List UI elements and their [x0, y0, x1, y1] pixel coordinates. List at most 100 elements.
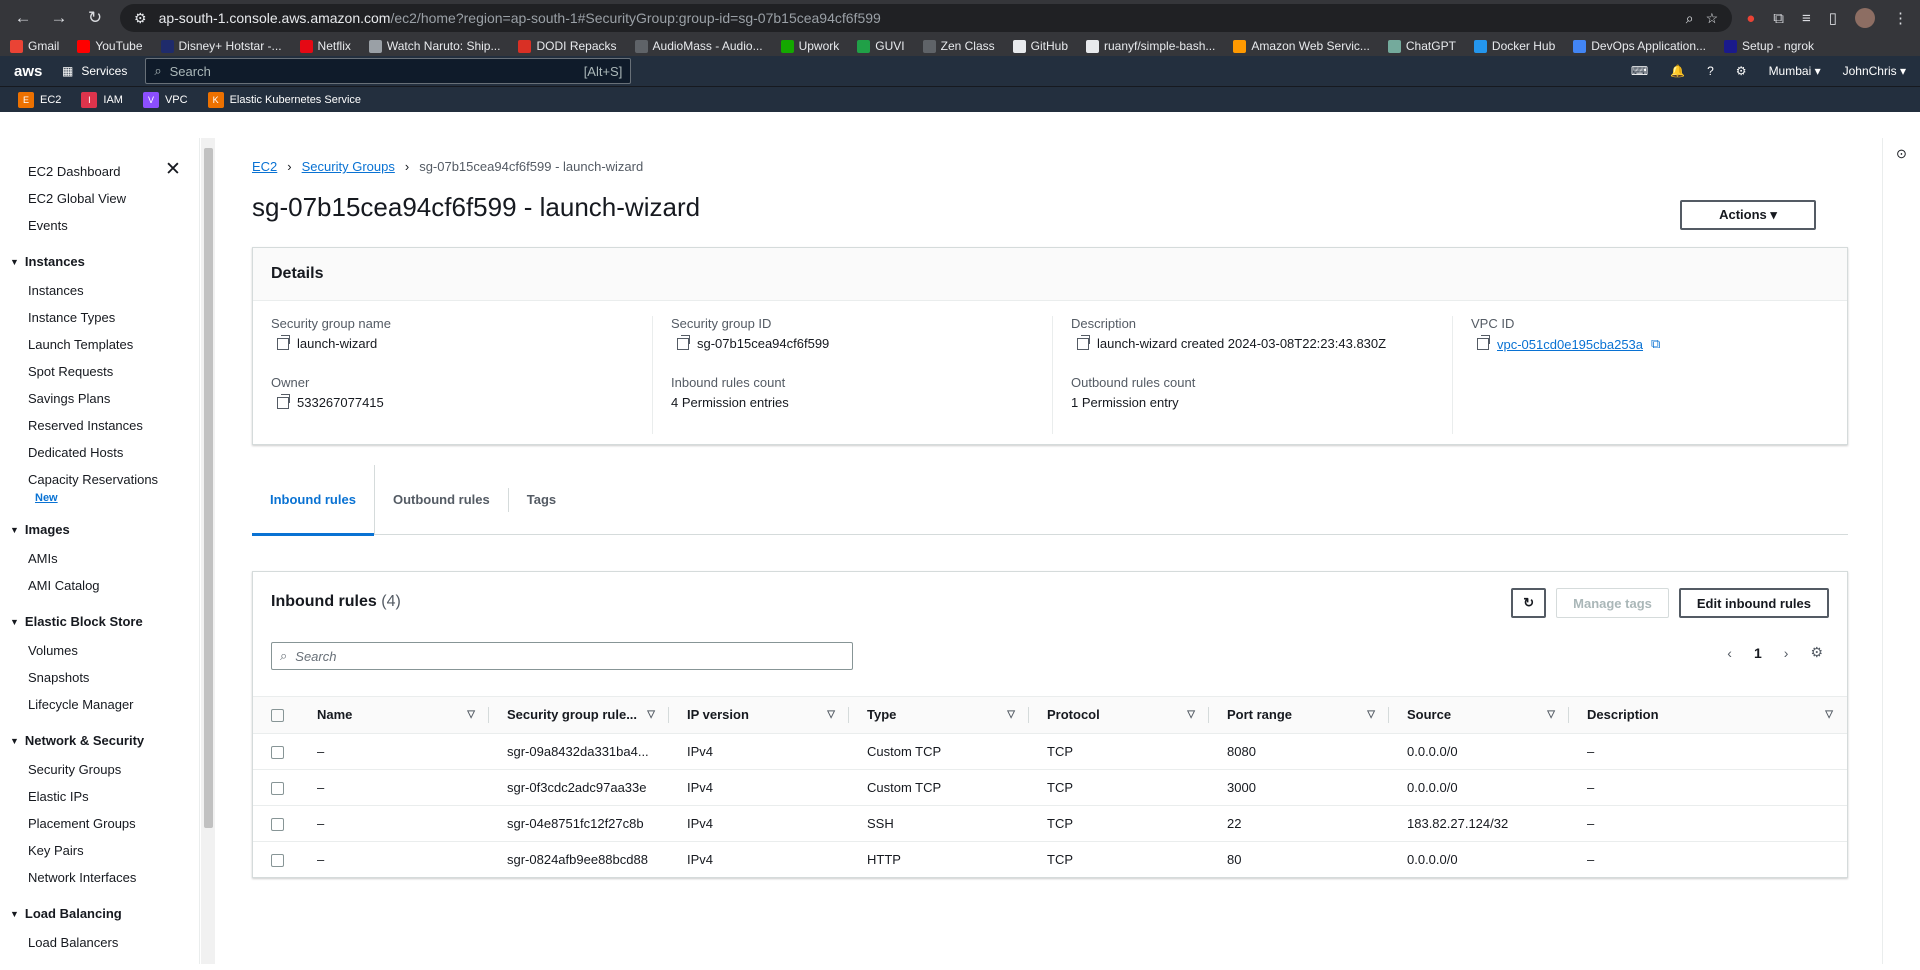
row-checkbox[interactable] — [271, 781, 284, 795]
info-icon[interactable]: ⊙ — [1883, 146, 1920, 162]
edit-inbound-rules-button[interactable]: Edit inbound rules — [1678, 588, 1829, 618]
sidebar-item[interactable]: Volumes — [0, 637, 199, 664]
breadcrumb-ec2[interactable]: EC2 — [252, 159, 277, 174]
user-menu[interactable]: JohnChris ▾ — [1843, 64, 1906, 78]
bookmark-item[interactable]: ChatGPT — [1387, 39, 1456, 53]
bookmark-item[interactable]: AudioMass - Audio... — [634, 39, 763, 53]
sidebar-section[interactable]: ▼ Instances — [0, 247, 199, 277]
sidebar-item[interactable]: Key Pairs — [0, 837, 199, 864]
sidebar-item[interactable]: EC2 Global View — [0, 185, 199, 212]
sidebar-item[interactable]: Load Balancers — [0, 929, 199, 956]
sidebar-item[interactable]: Snapshots — [0, 664, 199, 691]
sidebar-item[interactable]: Capacity Reservations — [0, 466, 199, 493]
sidebar-item[interactable]: Spot Requests — [0, 358, 199, 385]
table-row[interactable]: – sgr-04e8751fc12f27c8b IPv4 SSH TCP 22 183.82… — [253, 805, 1847, 842]
row-checkbox[interactable] — [271, 745, 284, 759]
copy-icon[interactable] — [1077, 334, 1090, 350]
sort-icon[interactable]: ▽ — [1547, 709, 1555, 720]
table-row[interactable]: – sgr-0f3cdc2adc97aa33e IPv4 Custom TCP TCP 3… — [253, 769, 1847, 806]
sidebar-item[interactable]: Placement Groups — [0, 810, 199, 837]
chevron-right-icon[interactable]: › — [1784, 645, 1789, 661]
sidebar-item[interactable]: Savings Plans — [0, 385, 199, 412]
extension-icon[interactable]: ● — [1746, 10, 1755, 27]
sort-icon[interactable]: ▽ — [467, 709, 475, 720]
sort-icon[interactable]: ▽ — [1825, 709, 1833, 720]
menu-icon[interactable]: ⋮ — [1893, 9, 1908, 27]
sidebar-section[interactable]: ▼ Images — [0, 515, 199, 545]
vpc-link[interactable]: vpc-051cd0e195cba253a — [1497, 337, 1643, 352]
rules-search-input[interactable]: ⌕ Search — [271, 642, 853, 670]
sidebar-item[interactable]: Events — [0, 212, 199, 239]
bell-icon[interactable]: 🔔 — [1670, 64, 1685, 78]
column-header[interactable]: Security group rule... ▽ — [489, 697, 669, 734]
help-icon[interactable]: ? — [1707, 64, 1714, 78]
tab-outbound-rules[interactable]: Outbound rules — [375, 487, 509, 512]
services-menu[interactable]: ▦ Services — [62, 64, 127, 78]
sidebar-item[interactable]: Network Interfaces — [0, 864, 199, 891]
bookmark-item[interactable]: Watch Naruto: Ship... — [368, 39, 500, 53]
media-icon[interactable]: ≡ — [1802, 10, 1811, 27]
star-icon[interactable]: ☆ — [1706, 10, 1719, 27]
back-icon[interactable]: ← — [12, 7, 34, 29]
sidebar-scrollbar[interactable] — [201, 138, 215, 964]
copy-icon[interactable] — [1477, 335, 1490, 350]
select-all-checkbox[interactable] — [271, 709, 284, 723]
sidebar-item[interactable]: AMIs — [0, 545, 199, 572]
profile-avatar[interactable] — [1855, 8, 1875, 28]
column-header[interactable]: IP version ▽ — [669, 697, 849, 734]
region-selector[interactable]: Mumbai ▾ — [1769, 64, 1821, 78]
sidebar-item[interactable]: AMI Catalog — [0, 572, 199, 599]
row-checkbox[interactable] — [271, 817, 284, 831]
column-header[interactable]: Description ▽ — [1569, 697, 1847, 734]
aws-search-input[interactable]: ⌕ Search [Alt+S] — [145, 58, 632, 84]
row-checkbox[interactable] — [271, 853, 284, 867]
tab-inbound-rules[interactable]: Inbound rules — [252, 464, 375, 536]
sidebar-section[interactable]: ▼ Load Balancing — [0, 899, 199, 929]
bookmark-item[interactable]: GitHub — [1012, 39, 1068, 53]
sidebar-item[interactable]: Instance Types — [0, 304, 199, 331]
page-number[interactable]: 1 — [1754, 645, 1762, 661]
tab-tags[interactable]: Tags — [509, 488, 574, 512]
favorite-ec2[interactable]: E EC2 — [18, 91, 61, 108]
sort-icon[interactable]: ▽ — [647, 709, 655, 720]
bookmark-item[interactable]: Docker Hub — [1473, 39, 1555, 53]
sidebar-section[interactable]: ▼ Network & Security — [0, 726, 199, 756]
bookmark-item[interactable]: DevOps Application... — [1573, 39, 1706, 53]
sidebar-item[interactable]: Lifecycle Manager — [0, 691, 199, 718]
refresh-button[interactable]: ↻ — [1511, 588, 1547, 618]
breadcrumb-security-groups[interactable]: Security Groups — [302, 159, 395, 174]
reload-icon[interactable]: ↻ — [84, 7, 106, 29]
sidebar-item[interactable]: Security Groups — [0, 756, 199, 783]
table-row[interactable]: – sgr-0824afb9ee88bcd88 IPv4 HTTP TCP 80 0.0.0… — [253, 841, 1847, 877]
actions-button[interactable]: Actions ▾ — [1680, 200, 1816, 230]
forward-icon[interactable]: → — [48, 7, 70, 29]
bookmark-item[interactable]: GUVI — [857, 39, 905, 53]
bookmark-item[interactable]: Upwork — [780, 39, 839, 53]
close-icon[interactable]: ✕ — [165, 158, 181, 181]
sidebar-item[interactable]: Elastic IPs — [0, 783, 199, 810]
sidebar-item[interactable]: Instances — [0, 277, 199, 304]
manage-tags-button[interactable]: Manage tags — [1556, 588, 1669, 618]
sort-icon[interactable]: ▽ — [1367, 709, 1375, 720]
sort-icon[interactable]: ▽ — [1007, 709, 1015, 720]
column-header[interactable]: Name ▽ — [299, 697, 489, 734]
bookmark-item[interactable]: ruanyf/simple-bash... — [1086, 39, 1215, 53]
chevron-left-icon[interactable]: ‹ — [1727, 645, 1732, 661]
favorite-iam[interactable]: I IAM — [81, 91, 123, 108]
copy-icon[interactable] — [277, 334, 290, 350]
column-header[interactable]: Source ▽ — [1389, 697, 1569, 734]
sort-icon[interactable]: ▽ — [1187, 709, 1195, 720]
bookmark-item[interactable]: Disney+ Hotstar -... — [160, 39, 282, 53]
cloudshell-icon[interactable]: ⌨ — [1631, 64, 1648, 78]
sort-icon[interactable]: ▽ — [827, 709, 835, 720]
sidebar-item[interactable]: Reserved Instances — [0, 412, 199, 439]
bookmark-item[interactable]: Amazon Web Servic... — [1233, 39, 1370, 53]
sidebar-item[interactable]: Dedicated Hosts — [0, 439, 199, 466]
favorite-elastic-kubernetes-service[interactable]: K Elastic Kubernetes Service — [207, 91, 361, 108]
bookmark-item[interactable]: DODI Repacks — [518, 39, 617, 53]
column-header[interactable]: Protocol ▽ — [1029, 697, 1209, 734]
copy-icon[interactable] — [677, 334, 690, 350]
bookmark-item[interactable]: Gmail — [10, 39, 59, 53]
bookmark-item[interactable]: Setup - ngrok — [1724, 39, 1814, 53]
address-bar[interactable]: ⚙ ap-south-1.console.aws.amazon.com/ec2/… — [120, 4, 1733, 32]
